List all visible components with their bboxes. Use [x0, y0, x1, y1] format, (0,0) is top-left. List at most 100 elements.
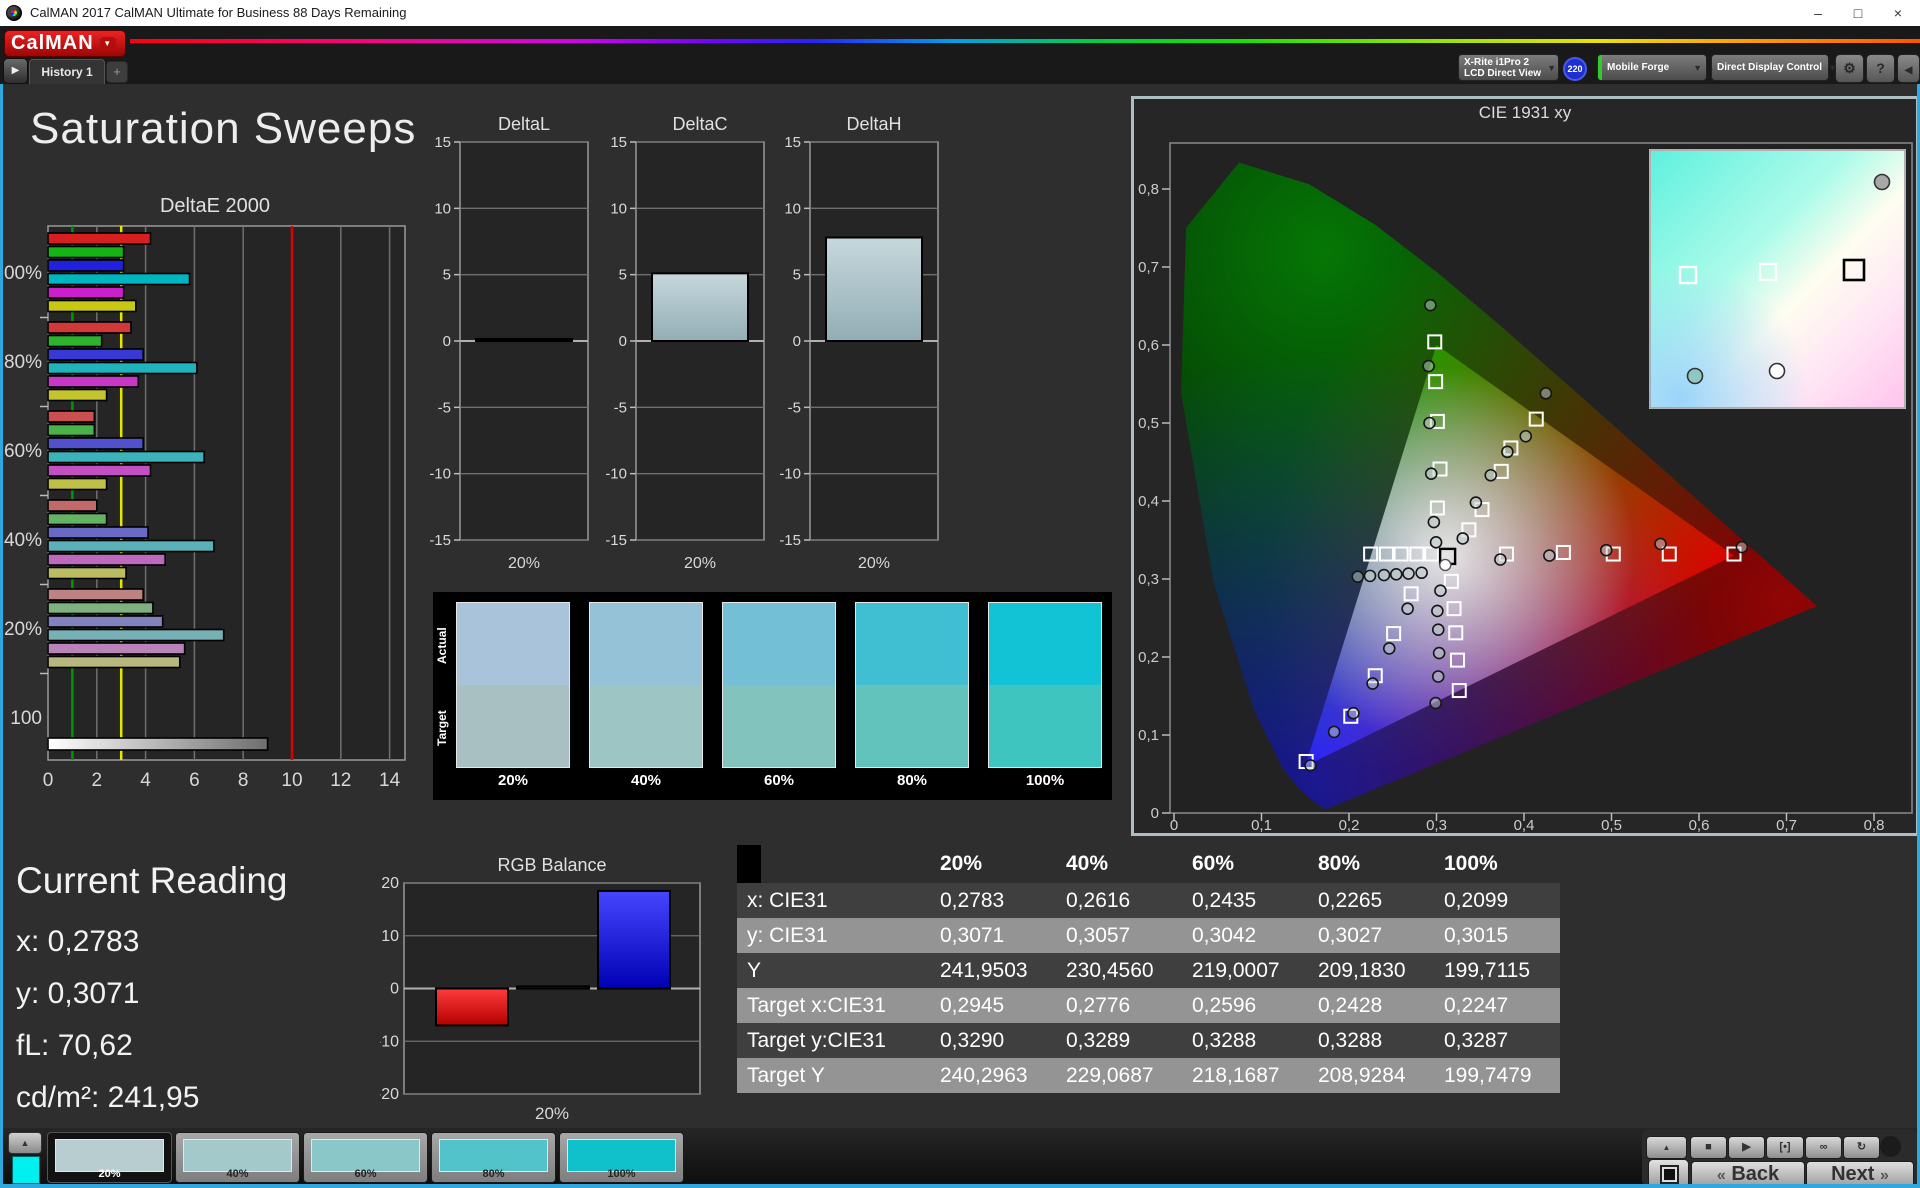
actual-label: Actual	[435, 606, 453, 686]
deltae-ytick: 40%	[4, 530, 42, 551]
cie-xtick: 0,2	[1339, 817, 1360, 833]
patch-button-100%[interactable]: 100%	[559, 1132, 684, 1183]
actual-target-swatch-panel: Actual Target 20%40%60%80%100%	[433, 592, 1112, 800]
cie-ytick: 0,1	[1138, 727, 1159, 744]
table-row: Target x:CIE310,29450,27760,25960,24280,…	[737, 988, 1560, 1023]
stop-button[interactable]: ■	[1690, 1136, 1727, 1159]
refresh-icon: ↻	[1857, 1141, 1866, 1153]
close-button[interactable]: ×	[1878, 0, 1918, 26]
table-cell: 0,3071	[930, 924, 1056, 948]
play-button[interactable]: ▶	[1728, 1136, 1765, 1159]
display-control-dropdown[interactable]: Direct Display Control ▼	[1711, 54, 1829, 81]
deltaH-ytick: 15	[784, 134, 801, 151]
deltaL-title: DeltaL	[498, 114, 550, 134]
patch-label: 40%	[176, 1168, 299, 1180]
deltaC-bar	[652, 273, 748, 341]
deltae-xtick: 8	[238, 770, 249, 791]
patch-button-80%[interactable]: 80%	[431, 1132, 556, 1183]
patch-button-20%[interactable]: 20%	[47, 1132, 172, 1183]
bar-red-60%	[48, 411, 94, 422]
table-row: Target y:CIE310,32900,32890,32880,32880,…	[737, 1023, 1560, 1058]
collapse-panel-button[interactable]: ◀	[1897, 54, 1920, 83]
table-row-label: Target Y	[737, 1064, 930, 1088]
cie-1931-panel: CIE 1931 xy 00,10,20,30,40,50,60,70,800,…	[1131, 96, 1919, 836]
deltae-ytick: 100%	[0, 263, 42, 284]
measured-point	[1544, 550, 1555, 561]
meter-dropdown[interactable]: X-Rite i1Pro 2 LCD Direct View ▼	[1458, 54, 1559, 81]
measured-point	[1655, 538, 1666, 549]
maximize-button[interactable]: □	[1838, 0, 1878, 26]
table-cell: 229,0687	[1056, 1064, 1182, 1088]
deltae-title: DeltaE 2000	[160, 195, 270, 217]
rgb-bar-green	[517, 986, 589, 988]
table-header-cell: 60%	[1182, 852, 1308, 876]
measured-point	[1348, 708, 1359, 719]
header: CalMAN ▼ ▶ History 1 + X-Rite i1Pro 2 LC…	[0, 26, 1920, 84]
deltae-xtick: 12	[330, 770, 351, 791]
help-button[interactable]: ?	[1866, 54, 1895, 83]
table-cell: 199,7479	[1434, 1064, 1560, 1088]
measured-point	[1402, 603, 1413, 614]
history-nav-button[interactable]: ▶	[3, 58, 28, 84]
help-icon: ?	[1876, 60, 1885, 76]
measured-point	[1423, 361, 1434, 372]
measured-point	[1430, 698, 1441, 709]
bar-blue-60%	[48, 438, 143, 449]
measured-point	[1329, 726, 1340, 737]
deltaC-ytick: 15	[610, 134, 627, 151]
patch-label: 80%	[432, 1168, 555, 1180]
measured-point	[1428, 517, 1439, 528]
rgb-xlabel: 20%	[535, 1104, 569, 1123]
logo-text: CalMAN	[11, 32, 94, 55]
reading-y: y: 0,3071	[16, 977, 139, 1011]
table-cell: 0,2945	[930, 994, 1056, 1018]
bar-yellow-20%	[48, 657, 180, 668]
measured-point	[1433, 671, 1444, 682]
cie-ytick: 0	[1151, 805, 1159, 822]
step-button[interactable]: [•]	[1766, 1136, 1804, 1159]
tab-history-1[interactable]: History 1	[29, 59, 105, 84]
bar-blue-20%	[48, 616, 163, 627]
table-row-label: x: CIE31	[737, 889, 930, 913]
deltae-xtick: 10	[281, 770, 302, 791]
patch-button-60%[interactable]: 60%	[303, 1132, 428, 1183]
cie-xtick: 0,5	[1601, 817, 1622, 833]
display-control-label: Direct Display Control	[1717, 62, 1822, 73]
window-title: CalMAN 2017 CalMAN Ultimate for Business…	[30, 5, 406, 20]
measured-point	[1391, 569, 1402, 580]
chevron-down-icon: ▼	[1541, 63, 1556, 73]
cie-ytick: 0,2	[1138, 649, 1159, 666]
bar-red-80%	[48, 322, 131, 333]
bar-green-20%	[48, 603, 153, 614]
table-cell: 0,3288	[1308, 1029, 1434, 1053]
table-cell: 241,9503	[930, 959, 1056, 983]
deltae-xtick: 14	[379, 770, 401, 791]
cie-ytick: 0,5	[1138, 415, 1159, 432]
source-dropdown[interactable]: Mobile Forge ▼	[1597, 54, 1707, 81]
minimize-button[interactable]: –	[1798, 0, 1838, 26]
bar-yellow-60%	[48, 479, 107, 490]
bottom-bar: ▲ 20%40%60%80%100% ▲ ■ ▶ [•] ∞ ↻ « Back …	[0, 1128, 1920, 1186]
source-status-bar	[1598, 55, 1602, 80]
window-edge-left	[0, 84, 3, 1188]
swatch-20%	[456, 602, 570, 768]
measured-point	[1305, 760, 1316, 771]
swatch-actual	[989, 603, 1101, 685]
loop-button[interactable]: ∞	[1805, 1136, 1842, 1159]
measured-point	[1403, 568, 1414, 579]
play-icon: ▶	[12, 65, 20, 76]
back-label: Back	[1731, 1163, 1779, 1185]
delta-c-chart: DeltaC151050-5-10-1520%	[606, 112, 784, 584]
add-tab-button[interactable]: +	[106, 61, 128, 83]
refresh-button[interactable]: ↻	[1843, 1136, 1880, 1159]
table-row-label: y: CIE31	[737, 924, 930, 948]
bar-cyan-60%	[48, 452, 204, 463]
settings-button[interactable]: ⚙	[1835, 54, 1864, 83]
current-patch-color	[12, 1156, 40, 1184]
patch-button-40%[interactable]: 40%	[175, 1132, 300, 1183]
swatch-target	[989, 685, 1101, 767]
calman-logo-button[interactable]: CalMAN ▼	[4, 30, 126, 57]
expand-patches-button[interactable]: ▲	[8, 1132, 42, 1154]
cluster-up-button[interactable]: ▲	[1646, 1136, 1687, 1159]
swatch-target	[856, 685, 968, 767]
